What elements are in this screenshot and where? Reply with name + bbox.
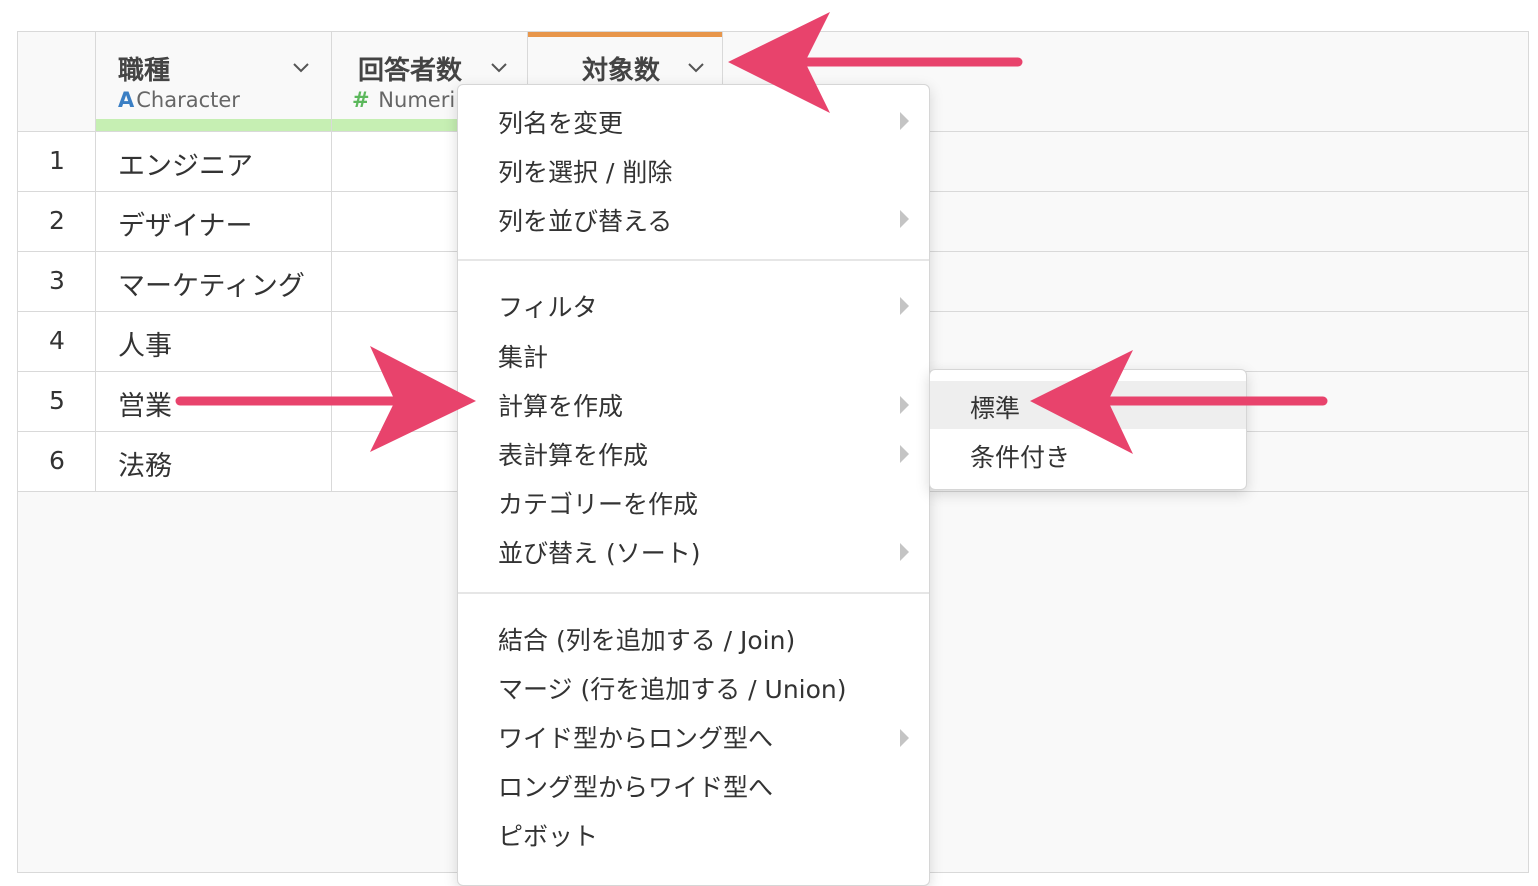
- menu-item-sort[interactable]: 並び替え (ソート): [498, 534, 700, 570]
- column-type-label: Numeri: [378, 88, 456, 112]
- create-calculation-submenu: 標準 条件付き: [929, 369, 1247, 490]
- submenu-arrow-icon: [900, 112, 909, 130]
- chevron-down-icon[interactable]: [490, 58, 508, 76]
- column-name: 対象数: [582, 56, 661, 86]
- row-number: 6: [49, 446, 65, 475]
- menu-item-filter[interactable]: フィルタ: [498, 288, 598, 324]
- menu-item-create-category[interactable]: カテゴリーを作成: [498, 485, 698, 521]
- active-column-indicator: [528, 32, 722, 37]
- cell-value[interactable]: マーケティング: [118, 264, 305, 303]
- row-number: 1: [49, 146, 65, 175]
- chevron-down-icon[interactable]: [292, 58, 310, 76]
- menu-item-rename-column[interactable]: 列名を変更: [498, 104, 623, 140]
- menu-divider: [458, 259, 929, 261]
- row-number: 4: [49, 326, 65, 355]
- row-number: 2: [49, 206, 65, 235]
- cell-value[interactable]: エンジニア: [118, 144, 253, 183]
- submenu-item-label: 標準: [970, 394, 1021, 423]
- menu-divider: [458, 592, 929, 594]
- submenu-arrow-icon: [900, 445, 909, 463]
- menu-item-join[interactable]: 結合 (列を追加する / Join): [498, 621, 795, 657]
- column-divider: [331, 32, 332, 492]
- menu-item-select-delete-column[interactable]: 列を選択 / 削除: [498, 153, 672, 189]
- column-type: # Numeri: [352, 88, 455, 112]
- cell-value[interactable]: デザイナー: [118, 204, 252, 243]
- column-header-job[interactable]: 職種 ACharacter: [96, 32, 331, 131]
- quality-bar: [96, 119, 331, 131]
- menu-item-reorder-columns[interactable]: 列を並び替える: [498, 202, 672, 238]
- submenu-arrow-icon: [900, 297, 909, 315]
- submenu-arrow-icon: [900, 210, 909, 228]
- column-name: 回答者数: [358, 56, 463, 86]
- chevron-down-icon[interactable]: [687, 58, 705, 76]
- submenu-arrow-icon: [900, 543, 909, 561]
- menu-item-wide-to-long[interactable]: ワイド型からロング型へ: [498, 719, 773, 755]
- column-type: ACharacter: [118, 88, 240, 112]
- cell-value[interactable]: 法務: [118, 444, 172, 483]
- menu-item-summarize[interactable]: 集計: [498, 338, 548, 374]
- row-number: 3: [49, 266, 65, 295]
- submenu-arrow-icon: [900, 729, 909, 747]
- submenu-arrow-icon: [900, 396, 909, 414]
- menu-item-long-to-wide[interactable]: ロング型からワイド型へ: [498, 768, 773, 804]
- submenu-item-standard[interactable]: 標準: [930, 381, 1246, 429]
- column-name: 職種: [118, 56, 171, 86]
- column-type-label: Character: [136, 88, 240, 112]
- menu-item-merge-union[interactable]: マージ (行を追加する / Union): [498, 670, 847, 706]
- cell-value[interactable]: 営業: [118, 384, 172, 423]
- submenu-item-label: 条件付き: [970, 443, 1071, 472]
- character-type-icon: A: [118, 88, 135, 112]
- column-divider: [95, 32, 96, 492]
- row-number: 5: [49, 386, 65, 415]
- submenu-item-conditional[interactable]: 条件付き: [930, 430, 1246, 478]
- menu-item-create-calculation[interactable]: 計算を作成: [498, 387, 623, 423]
- cell-value[interactable]: 人事: [118, 324, 172, 363]
- numeric-type-icon: #: [352, 88, 370, 112]
- menu-item-create-table-calculation[interactable]: 表計算を作成: [498, 436, 648, 472]
- column-context-menu: 列名を変更 列を選択 / 削除 列を並び替える フィルタ 集計 計算を作成 表計…: [457, 84, 930, 886]
- menu-item-pivot[interactable]: ピボット: [498, 817, 598, 853]
